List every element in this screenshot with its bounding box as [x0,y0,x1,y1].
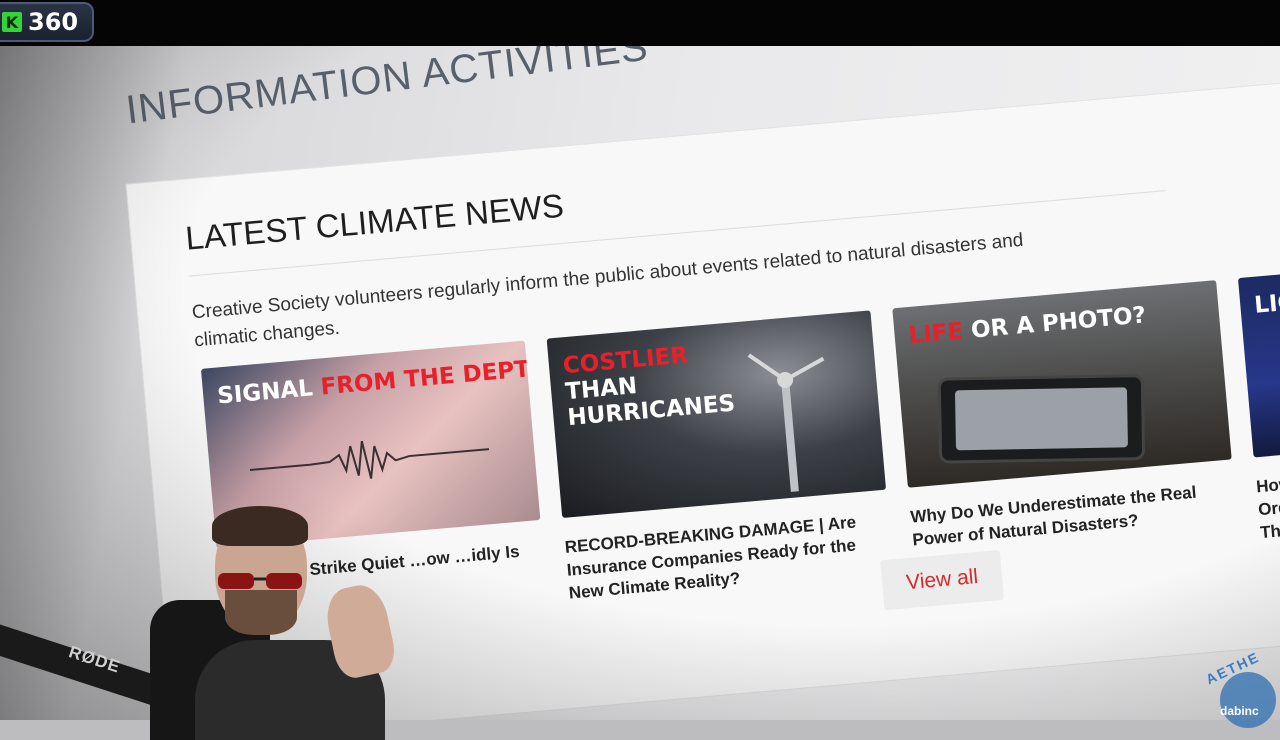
tag-white: LIGHT [1253,286,1280,319]
sunglasses-icon [218,573,302,589]
viewer-count: 360 [28,8,79,36]
news-title[interactable]: Why Do We Underestimate the Real Power o… [910,477,1238,551]
tag-red: FROM THE DEPTHS [319,353,541,401]
news-thumbnail[interactable]: LIFE OR A PHOTO? [892,280,1232,488]
news-item[interactable]: LIFE OR A PHOTO? Why Do We Underestimate… [892,280,1237,551]
viewer-badge: K 360 [0,2,94,42]
watermark-sub: dabinc [1220,704,1259,718]
news-thumbnail[interactable]: COSTLIER THAN HURRICANES [546,310,887,518]
phone-device-icon [937,374,1146,464]
news-title[interactable]: RECORD-BREAKING DAMAGE | Are Insurance C… [564,508,894,605]
news-item[interactable]: COSTLIER THAN HURRICANES RECORD-BREAKING… [546,310,894,605]
seismograph-wave-icon [249,440,490,479]
news-thumbnail[interactable]: LIGHT [1237,249,1280,458]
top-bar: K 360 [0,0,1280,46]
streamer-beard [225,590,297,635]
channel-watermark: AETHE dabinc [1200,649,1280,728]
news-title[interactable]: How I Ordin Thre [1255,470,1280,544]
tag-white: OR A PHOTO? [962,302,1147,345]
lightning-icon [1273,332,1280,435]
tag-white: SIGNAL [216,374,322,410]
webcam-overlay: RØDE [0,500,420,740]
k-logo-icon: K [2,12,22,32]
news-item[interactable]: LIGHT How I Ordin Thre [1237,249,1280,544]
tag-red: LIFE [907,318,965,350]
streamer-hair [212,506,308,546]
view-all-button[interactable]: View all [880,549,1005,611]
